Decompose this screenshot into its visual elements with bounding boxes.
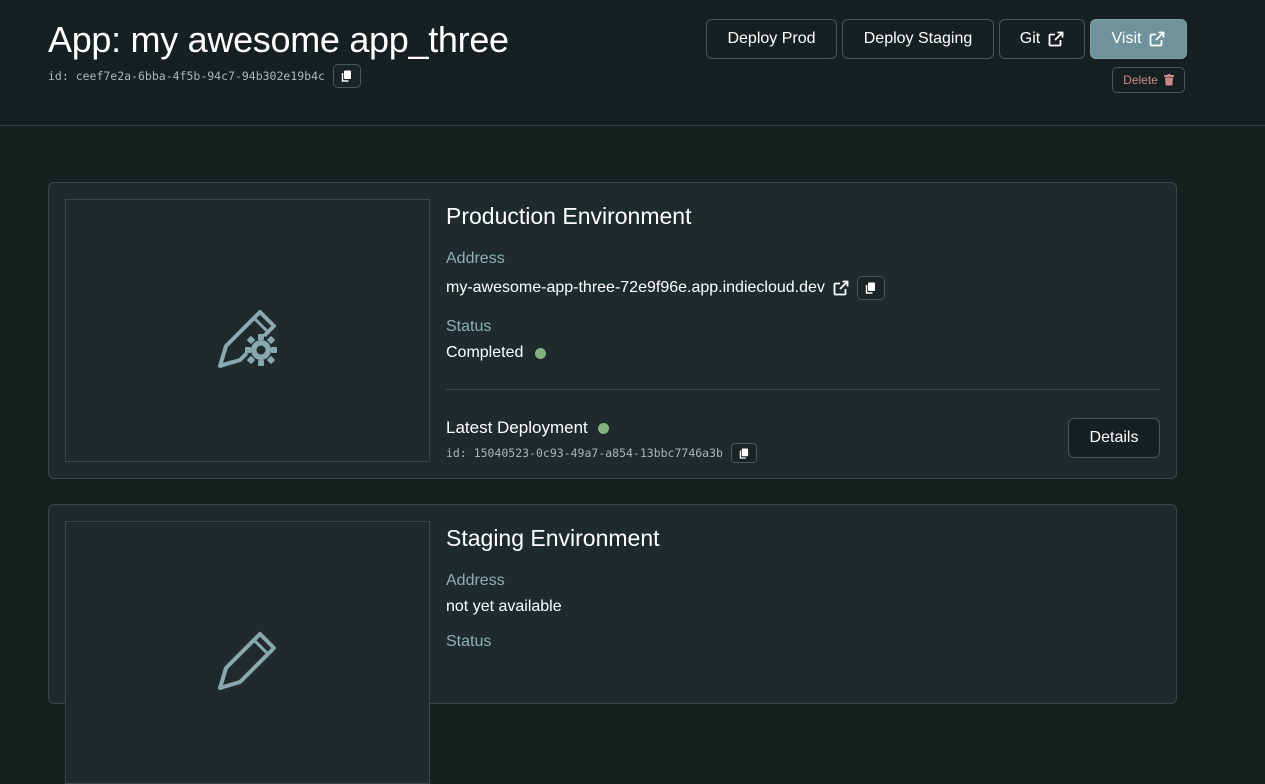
- app-id-row: id: ceef7e2a-6bba-4f5b-94c7-94b302e19b4c: [48, 64, 361, 88]
- deployment-status-dot: [597, 422, 609, 434]
- header-actions: Deploy Prod Deploy Staging Git Visit: [706, 19, 1187, 59]
- delete-label: Delete: [1123, 73, 1158, 87]
- latest-deployment-heading: Latest Deployment: [446, 418, 609, 438]
- app-id: id: ceef7e2a-6bba-4f5b-94c7-94b302e19b4c: [48, 69, 325, 83]
- visit-label: Visit: [1111, 30, 1142, 47]
- deploy-staging-button[interactable]: Deploy Staging: [842, 19, 994, 59]
- visit-button[interactable]: Visit: [1090, 19, 1187, 59]
- copy-icon: [342, 70, 352, 82]
- production-status-row: Completed: [446, 344, 547, 362]
- production-environment-card: Production Environment Address my-awesom…: [48, 182, 1177, 479]
- pencil-gear-icon: [218, 310, 277, 368]
- git-button[interactable]: Git: [999, 19, 1085, 59]
- production-address-label: Address: [446, 250, 505, 267]
- delete-app-button[interactable]: Delete: [1112, 67, 1185, 93]
- production-title: Production Environment: [446, 203, 692, 229]
- divider: [446, 389, 1160, 390]
- deploy-prod-button[interactable]: Deploy Prod: [706, 19, 837, 59]
- copy-deployment-id-button[interactable]: [730, 443, 757, 463]
- staging-address-row: not yet available: [446, 598, 562, 616]
- status-indicator-dot: [535, 347, 547, 359]
- deploy-staging-label: Deploy Staging: [863, 30, 973, 47]
- production-preview-placeholder: [65, 199, 430, 462]
- deployment-id-row: id: 15040523-0c93-49a7-a854-13bbc7746a3b: [446, 443, 757, 463]
- staging-title: Staging Environment: [446, 525, 660, 551]
- copy-address-button[interactable]: [856, 276, 885, 300]
- page-title: App: my awesome app_three: [48, 19, 509, 60]
- production-status-label: Status: [446, 318, 492, 335]
- staging-status-label: Status: [446, 633, 492, 650]
- deployment-details-button[interactable]: Details: [1068, 418, 1160, 458]
- copy-icon: [739, 448, 749, 459]
- copy-app-id-button[interactable]: [332, 64, 361, 88]
- pencil-gear-icon: [218, 632, 276, 690]
- latest-deployment-label: Latest Deployment: [446, 418, 588, 437]
- git-label: Git: [1019, 30, 1041, 47]
- deployment-id: id: 15040523-0c93-49a7-a854-13bbc7746a3b: [446, 446, 723, 460]
- staging-preview-placeholder: [65, 521, 430, 784]
- staging-address-label: Address: [446, 572, 505, 589]
- staging-address: not yet available: [446, 598, 562, 615]
- production-address-row: my-awesome-app-three-72e9f96e.app.indiec…: [446, 276, 885, 300]
- external-link-icon: [833, 280, 849, 296]
- staging-environment-card: Staging Environment Address not yet avai…: [48, 504, 1177, 784]
- external-link-icon: [1048, 31, 1064, 47]
- production-status: Completed: [446, 344, 524, 361]
- open-address-link[interactable]: [833, 280, 849, 296]
- copy-icon: [866, 282, 876, 294]
- external-link-icon: [1150, 31, 1165, 47]
- deploy-prod-label: Deploy Prod: [727, 30, 816, 47]
- production-address[interactable]: my-awesome-app-three-72e9f96e.app.indiec…: [446, 279, 825, 297]
- trash-icon: [1163, 74, 1174, 86]
- details-label: Details: [1089, 429, 1139, 446]
- page-header: App: my awesome app_three id: ceef7e2a-6…: [0, 0, 1265, 126]
